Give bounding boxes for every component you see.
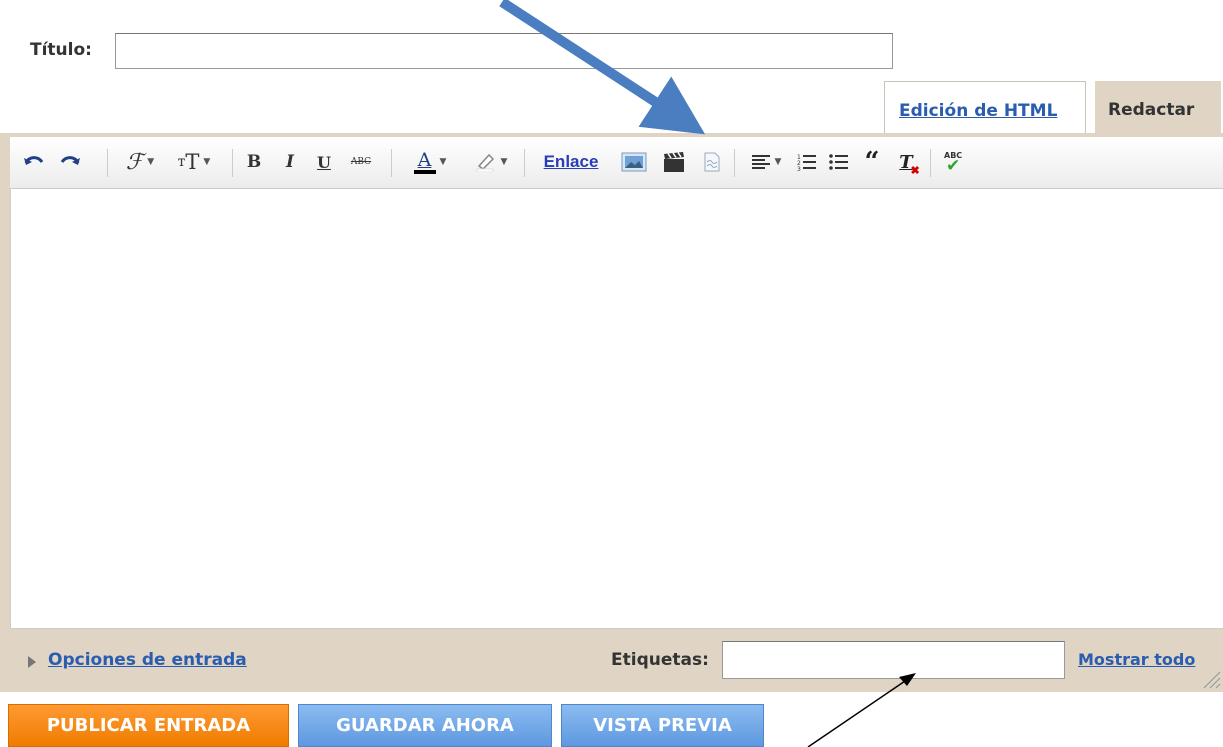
font-family-icon[interactable]: ℱ ▼ — [120, 145, 160, 179]
bulleted-list-icon[interactable] — [827, 145, 851, 179]
insert-link-button[interactable]: Enlace — [534, 145, 608, 179]
underline-icon[interactable]: U — [314, 145, 334, 179]
save-now-button[interactable]: GUARDAR AHORA — [298, 704, 552, 747]
labels-label: Etiquetas: — [611, 650, 709, 670]
publish-button[interactable]: PUBLICAR ENTRADA — [8, 704, 289, 747]
insert-image-icon[interactable] — [620, 145, 648, 179]
tab-compose[interactable]: Redactar — [1095, 81, 1221, 136]
tab-compose-label: Redactar — [1108, 100, 1195, 120]
tab-edit-html[interactable]: Edición de HTML — [884, 81, 1086, 134]
title-input[interactable] — [115, 33, 893, 69]
insert-link-label: Enlace — [543, 152, 599, 171]
show-all-labels-link[interactable]: Mostrar todo — [1078, 650, 1195, 669]
remove-formatting-icon[interactable]: T ✖ — [894, 145, 919, 179]
quote-icon[interactable]: “ — [860, 145, 884, 179]
editor-toolbar: ℱ ▼ т T ▼ B I U ABC A ▼ ▼ Enlace ▼ 1 2 3… — [10, 137, 1223, 189]
jump-break-icon[interactable] — [698, 145, 726, 179]
undo-icon[interactable] — [22, 145, 46, 179]
post-options-link[interactable]: Opciones de entrada — [48, 650, 247, 670]
title-label: Título: — [30, 40, 92, 60]
post-body-editor[interactable] — [10, 189, 1223, 629]
resize-handle-icon[interactable] — [1200, 668, 1222, 690]
spellcheck-icon[interactable]: ABC ✔ — [940, 145, 968, 179]
bold-icon[interactable]: B — [244, 145, 264, 179]
insert-video-icon[interactable] — [660, 145, 688, 179]
text-color-icon[interactable]: A ▼ — [404, 145, 456, 179]
align-icon[interactable]: ▼ — [746, 145, 786, 179]
highlight-icon[interactable]: ▼ — [465, 145, 517, 179]
italic-icon[interactable]: I — [280, 145, 300, 179]
preview-button[interactable]: VISTA PREVIA — [561, 704, 764, 747]
tab-edit-html-label: Edición de HTML — [899, 101, 1058, 121]
labels-input[interactable] — [722, 641, 1065, 679]
strikethrough-icon[interactable]: ABC — [346, 145, 376, 179]
font-size-icon[interactable]: т T ▼ — [170, 145, 218, 179]
redo-icon[interactable] — [58, 145, 82, 179]
expand-triangle-icon[interactable] — [28, 656, 36, 668]
numbered-list-icon[interactable]: 123 — [795, 145, 819, 179]
svg-text:3: 3 — [797, 166, 801, 171]
